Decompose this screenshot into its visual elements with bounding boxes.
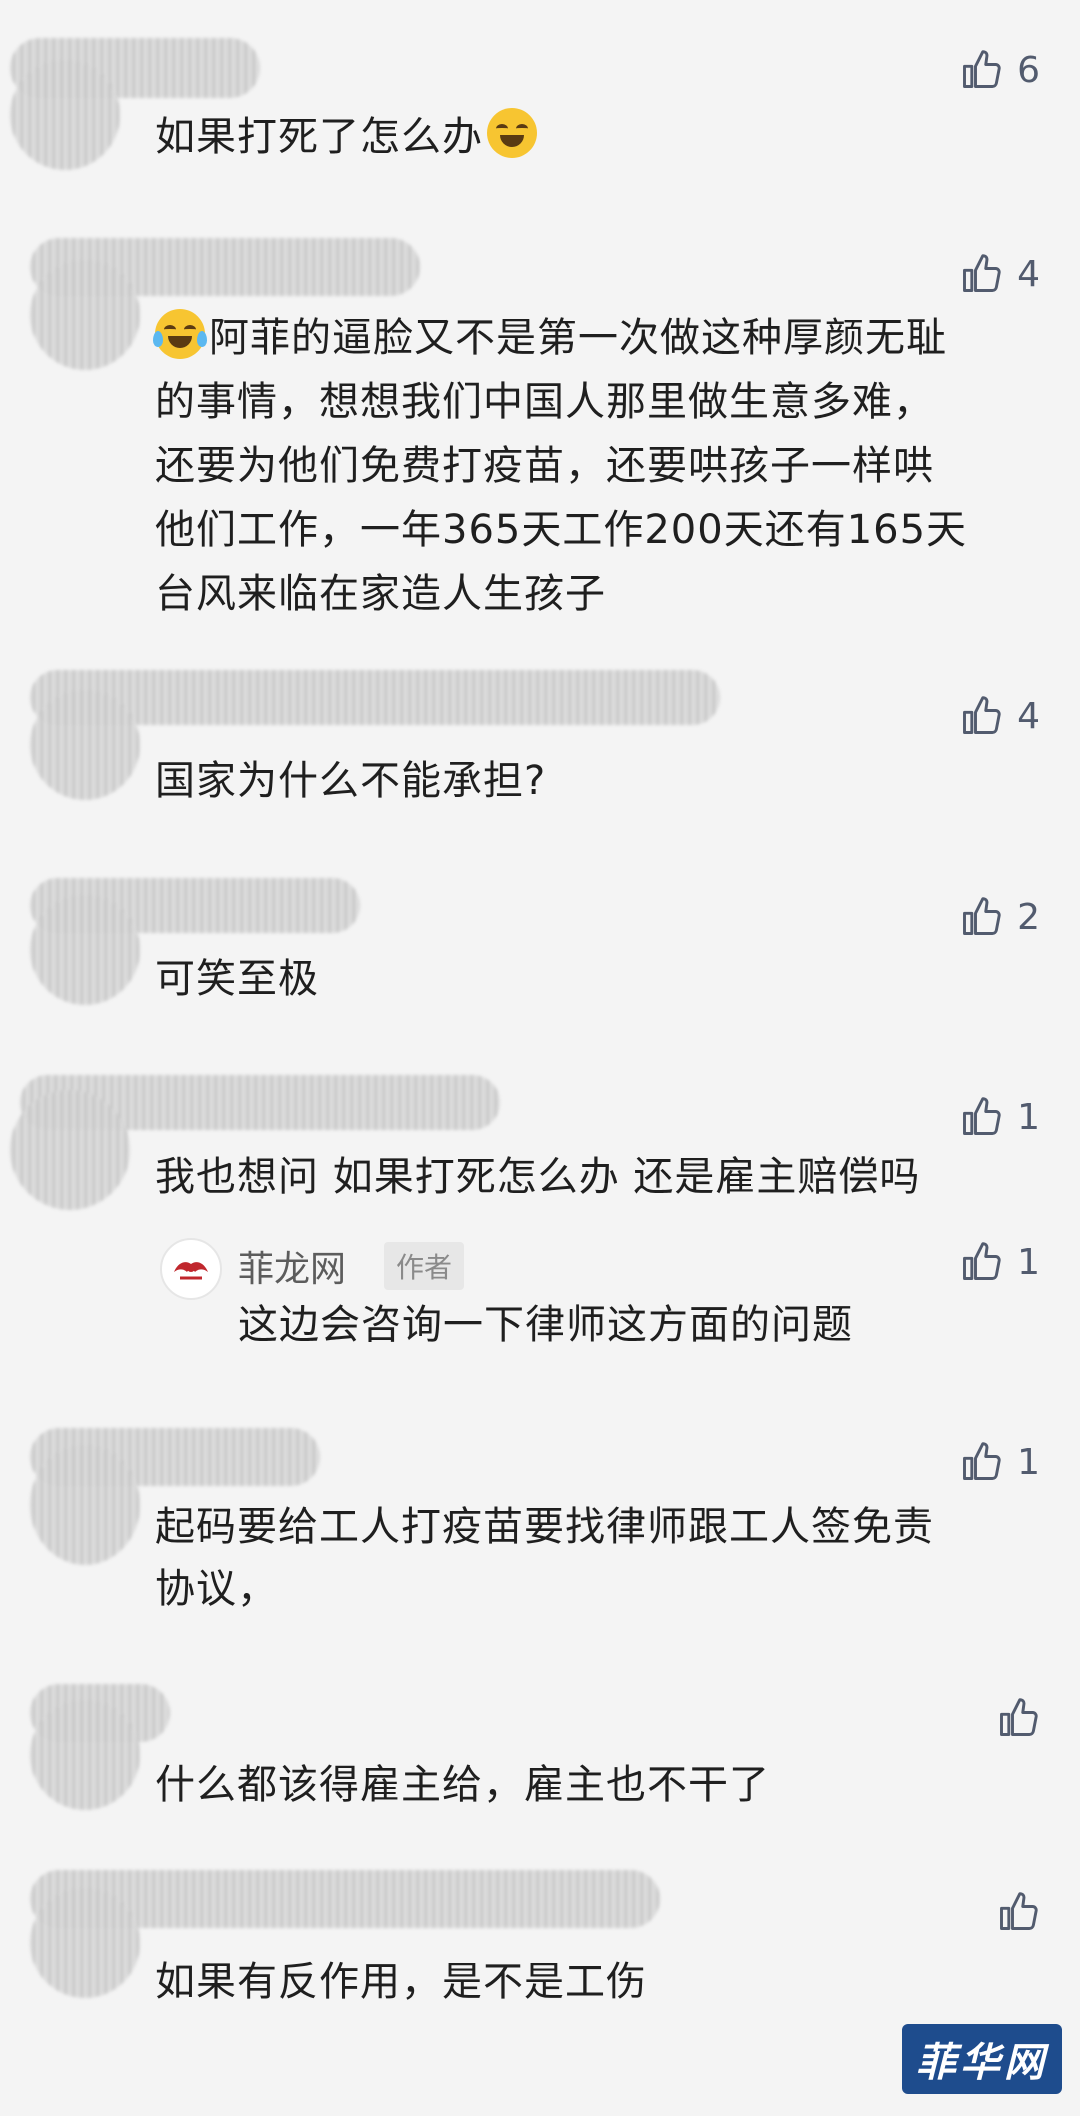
like-button[interactable]: 4 (959, 694, 1040, 738)
like-button[interactable] (996, 1696, 1040, 1740)
redacted-avatar (30, 1445, 140, 1565)
redacted-avatar (10, 60, 120, 170)
like-button[interactable]: 1 (959, 1440, 1040, 1484)
dragon-logo-icon (174, 1262, 208, 1280)
like-count: 2 (1017, 896, 1040, 938)
author-badge: 作者 (384, 1242, 465, 1290)
thumbs-up-icon (959, 1240, 1003, 1284)
redacted-avatar (30, 1888, 140, 1998)
thumbs-up-icon (959, 48, 1003, 92)
like-button[interactable]: 4 (959, 252, 1040, 296)
like-count: 1 (1017, 1241, 1040, 1283)
thumbs-up-icon (959, 895, 1003, 939)
thumbs-up-icon (959, 694, 1003, 738)
like-count: 1 (1017, 1096, 1040, 1138)
redacted-username (30, 670, 720, 725)
like-button[interactable]: 2 (959, 895, 1040, 939)
author-name[interactable]: 菲龙网 (238, 1240, 346, 1292)
redacted-avatar (30, 1700, 140, 1810)
author-avatar[interactable] (160, 1238, 222, 1300)
thumbs-up-icon (959, 1440, 1003, 1484)
thumbs-up-icon (959, 1095, 1003, 1139)
like-button[interactable] (996, 1890, 1040, 1934)
like-button[interactable]: 1 (959, 1240, 1040, 1284)
laugh-crying-emoji (153, 309, 207, 359)
like-count: 6 (1017, 49, 1040, 91)
facepalm-emoji (487, 108, 537, 158)
comment-text: 如果打死了怎么办 (155, 108, 1025, 166)
redacted-avatar (10, 1090, 130, 1210)
comment-text: 起码要给工人打疫苗要找律师跟工人签免责 协议， (155, 1504, 934, 1612)
watermark-logo: 菲华网 (902, 2024, 1062, 2094)
comment-text: 如果有反作用，是不是工伤 (155, 1959, 647, 2005)
comment-text: 什么都该得雇主给，雇主也不干了 (155, 1762, 770, 1808)
redacted-avatar (30, 260, 140, 370)
redacted-avatar (30, 895, 140, 1005)
like-count: 4 (1017, 695, 1040, 737)
comment-text: 我也想问 如果打死怎么办 还是雇主赔偿吗 (155, 1154, 921, 1200)
like-button[interactable]: 6 (959, 48, 1040, 92)
like-count: 4 (1017, 253, 1040, 295)
reply-text: 这边会咨询一下律师这方面的问题 (238, 1302, 853, 1348)
thumbs-up-icon (996, 1890, 1040, 1934)
thumbs-up-icon (959, 252, 1003, 296)
like-count: 1 (1017, 1441, 1040, 1483)
comment-text: 可笑至极 (155, 956, 319, 1002)
comment-text: 阿菲的逼脸又不是第一次做这种厚颜无耻 的事情，想想我们中国人那里做生意多难， 还… (153, 306, 1025, 626)
like-button[interactable]: 1 (959, 1095, 1040, 1139)
comment-text: 国家为什么不能承担? (155, 758, 547, 804)
thumbs-up-icon (996, 1696, 1040, 1740)
redacted-avatar (30, 690, 140, 800)
